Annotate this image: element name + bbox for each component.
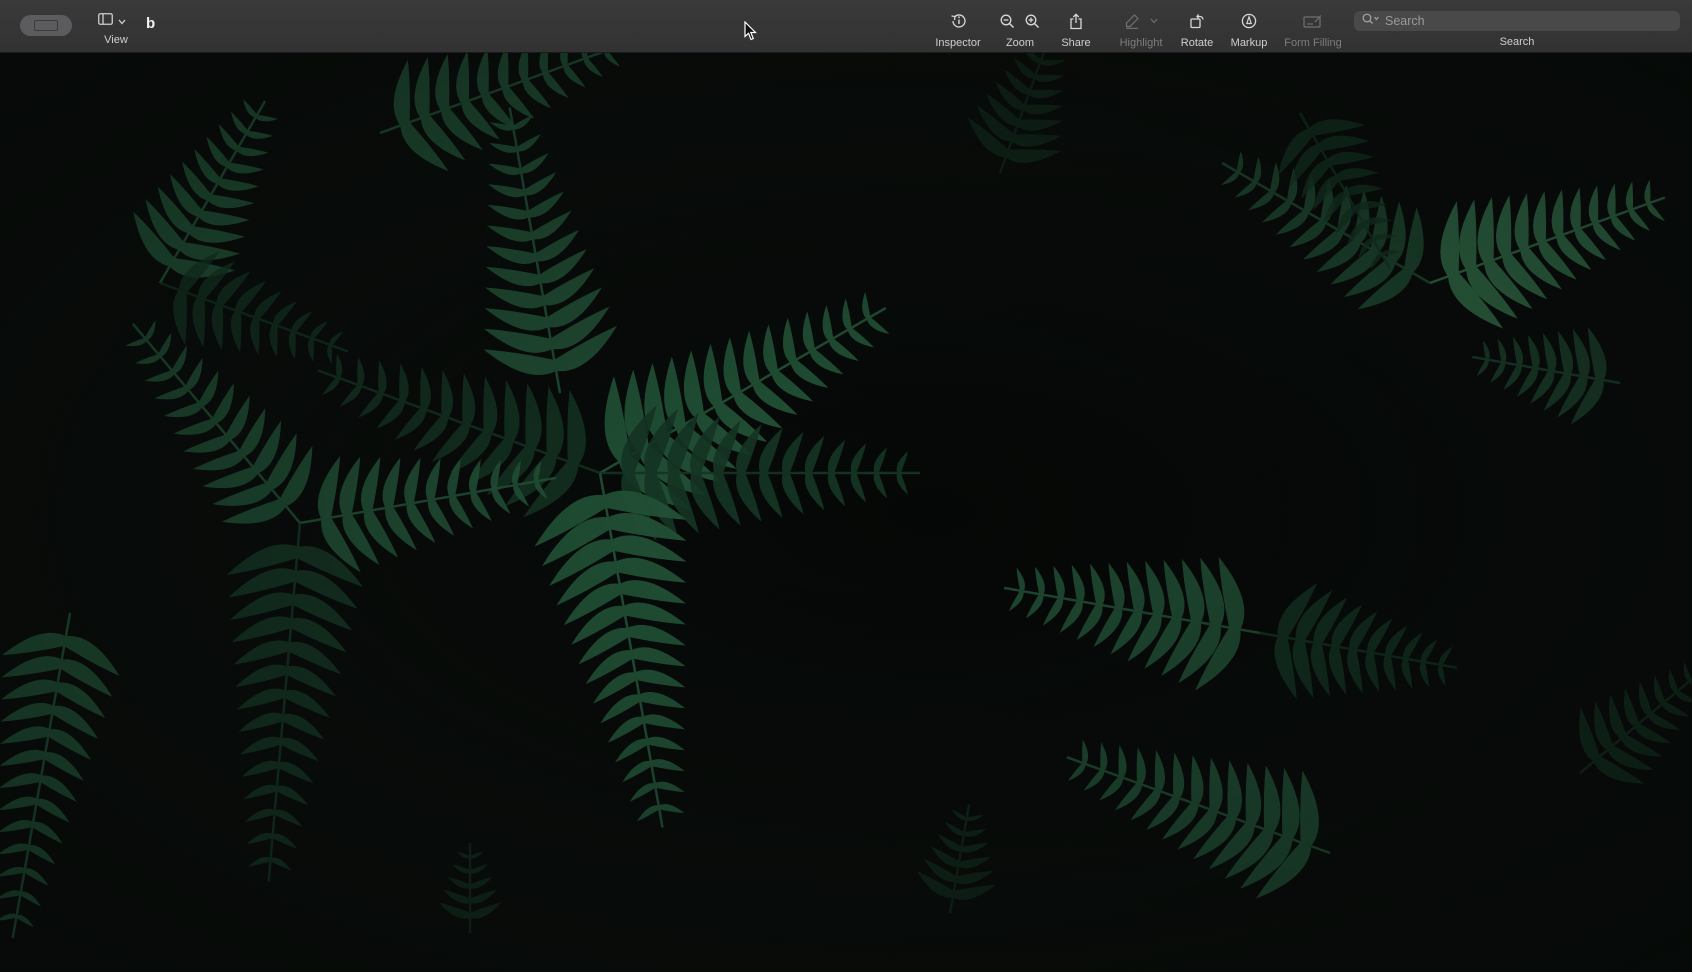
search-icon <box>1362 12 1380 30</box>
inspector-button[interactable]: Inspector <box>928 10 988 49</box>
rotate-icon <box>1189 13 1205 29</box>
chevron-down-icon <box>1150 18 1158 24</box>
window-pill-icon <box>34 20 58 31</box>
chevron-down-icon <box>118 12 126 30</box>
share-icon <box>1069 12 1083 30</box>
search-field[interactable] <box>1354 11 1680 31</box>
highlighter-pen-icon <box>1124 13 1140 29</box>
zoom-out-icon[interactable] <box>1000 14 1015 29</box>
share-button[interactable]: Share <box>1056 10 1096 49</box>
search-input[interactable] <box>1385 14 1680 28</box>
mouse-cursor-icon <box>744 20 758 46</box>
highlight-label: Highlight <box>1119 37 1163 49</box>
view-menu-button[interactable]: View <box>98 12 134 46</box>
zoom-label: Zoom <box>1005 37 1035 49</box>
markup-label: Markup <box>1230 37 1268 49</box>
toolbar: View b Inspector Zoom Share Highlight Ro… <box>0 0 1692 53</box>
fern-photo <box>0 53 1692 972</box>
share-label: Share <box>1061 37 1091 49</box>
zoom-in-icon[interactable] <box>1025 14 1040 29</box>
highlight-button[interactable]: Highlight <box>1112 10 1170 49</box>
view-label: View <box>104 34 128 46</box>
rotate-label: Rotate <box>1180 37 1214 49</box>
form-filling-icon <box>1303 14 1323 28</box>
window-controls-pill[interactable] <box>20 15 72 36</box>
document-image-view[interactable] <box>0 53 1692 972</box>
document-title: b <box>146 15 156 32</box>
zoom-control: Zoom <box>996 10 1044 49</box>
form-filling-button[interactable]: Form Filling <box>1280 10 1346 49</box>
markup-button[interactable]: Markup <box>1228 10 1270 49</box>
sidebar-icon <box>98 12 113 30</box>
search-label: Search <box>1499 36 1535 48</box>
form-filling-label: Form Filling <box>1284 37 1342 49</box>
inspector-label: Inspector <box>935 37 981 49</box>
rotate-button[interactable]: Rotate <box>1176 10 1218 49</box>
markup-pen-icon <box>1241 13 1257 29</box>
info-clock-icon <box>949 13 967 29</box>
preview-window: View b Inspector Zoom Share Highlight Ro… <box>0 0 1692 972</box>
